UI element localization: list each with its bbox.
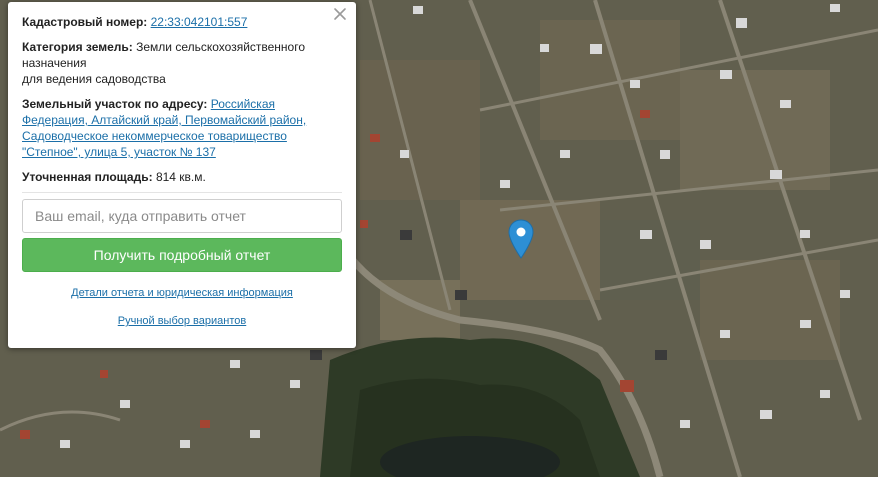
get-report-button[interactable]: Получить подробный отчет [22, 238, 342, 272]
info-card: Кадастровый номер: 22:33:042101:557 Кате… [8, 2, 356, 348]
category-row: Категория земель: Земли сельскохозяйстве… [22, 39, 342, 87]
address-row: Земельный участок по адресу: Российская … [22, 96, 342, 160]
cadastral-number-link[interactable]: 22:33:042101:557 [151, 15, 248, 29]
details-link[interactable]: Детали отчета и юридическая информация [71, 287, 293, 299]
area-label: Уточненная площадь: [22, 170, 153, 184]
manual-select-link[interactable]: Ручной выбор вариантов [118, 315, 246, 327]
close-icon[interactable] [333, 7, 347, 21]
divider [22, 192, 342, 193]
map-pin-icon[interactable] [508, 219, 534, 259]
cadastral-label: Кадастровый номер: [22, 15, 148, 29]
area-row: Уточненная площадь: 814 кв.м. [22, 169, 342, 185]
cadastral-row: Кадастровый номер: 22:33:042101:557 [22, 14, 342, 30]
address-label: Земельный участок по адресу: [22, 97, 208, 111]
details-link-row: Детали отчета и юридическая информация [22, 285, 342, 301]
manual-link-row: Ручной выбор вариантов [22, 313, 342, 329]
category-label: Категория земель: [22, 40, 133, 54]
area-value: 814 кв.м. [155, 170, 206, 184]
category-value-2: для ведения садоводства [22, 72, 166, 86]
email-input[interactable] [22, 199, 342, 233]
